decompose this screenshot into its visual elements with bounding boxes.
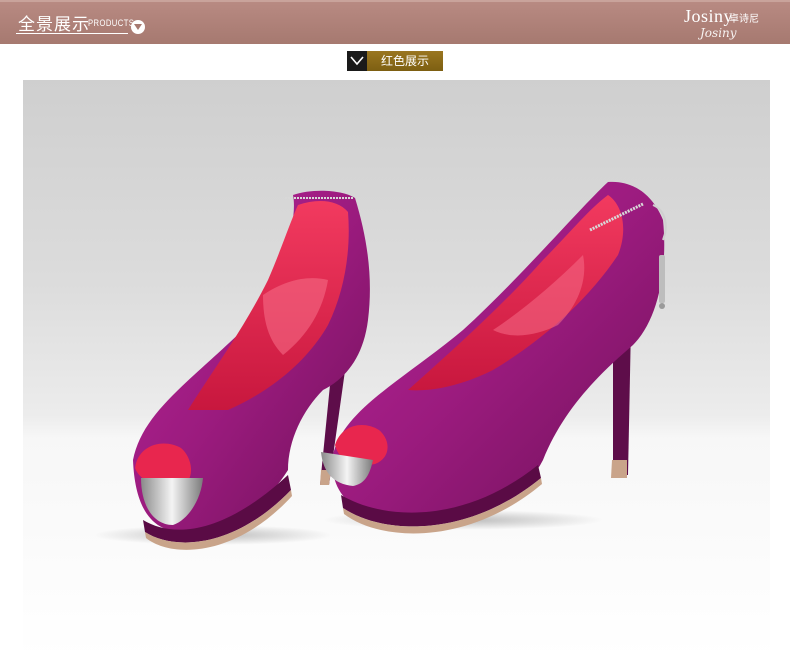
left-shoe — [133, 190, 370, 550]
section-tag[interactable]: 红色展示 — [347, 51, 443, 71]
header-subtitle: PRODUCTS — [88, 18, 135, 28]
header-banner: 全景展示 PRODUCTS Josiny 卓诗尼 Josiny — [0, 0, 790, 44]
shoes-illustration — [93, 181, 667, 550]
section-tag-label: 红色展示 — [367, 51, 443, 71]
chevron-down-icon[interactable] — [131, 20, 145, 34]
product-photo — [23, 80, 770, 658]
logo-script-text: Josiny — [700, 26, 737, 40]
logo-brand-cn: 卓诗尼 — [729, 14, 759, 25]
brand-logo[interactable]: Josiny 卓诗尼 Josiny — [684, 4, 760, 44]
right-shoe — [321, 181, 667, 534]
header-title: 全景展示 — [18, 15, 90, 35]
header-underline — [16, 33, 128, 34]
logo-brand-text: Josiny — [684, 6, 734, 26]
chevron-down-icon — [347, 51, 367, 71]
